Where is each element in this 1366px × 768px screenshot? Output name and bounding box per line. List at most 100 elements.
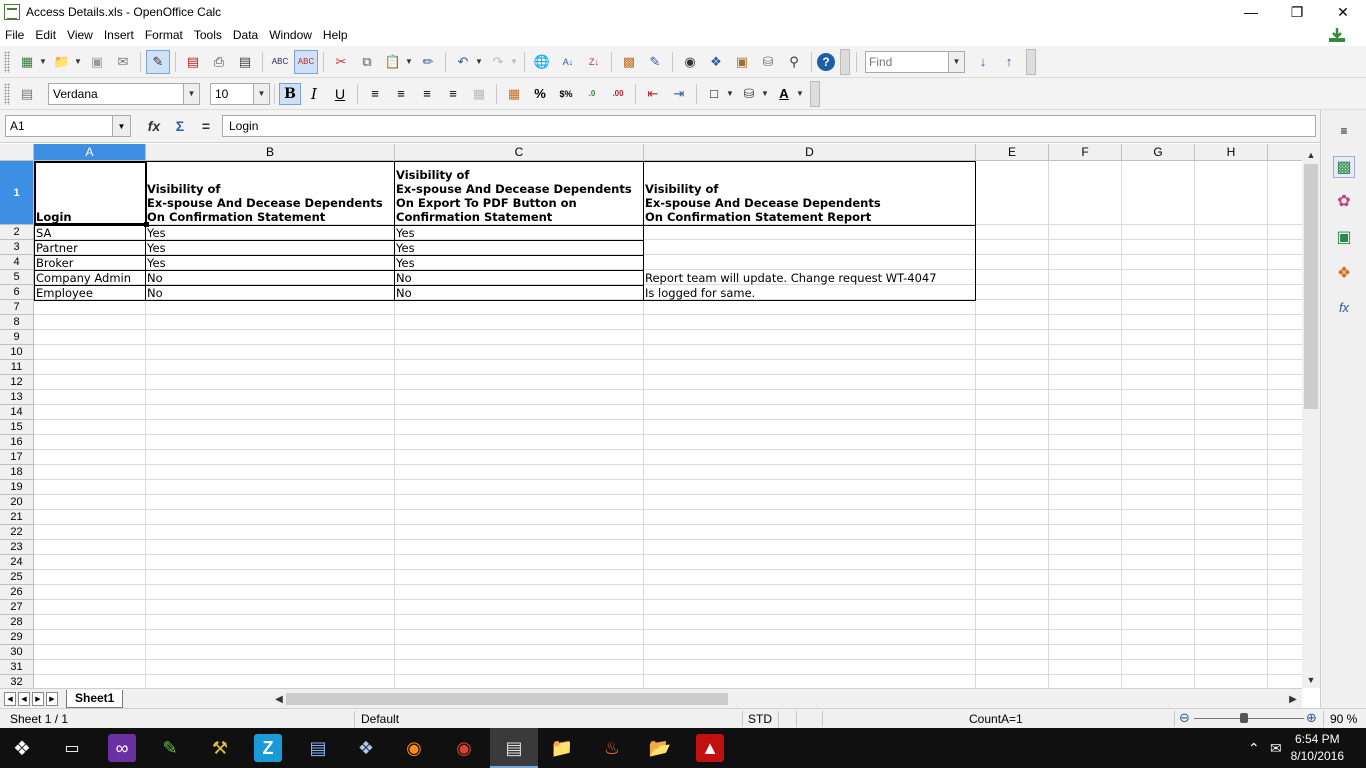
- status-selection-mode[interactable]: STD: [748, 712, 772, 726]
- help-icon[interactable]: ?: [817, 52, 835, 71]
- font-size-select[interactable]: 10 ▼: [210, 82, 270, 105]
- print-icon[interactable]: ⎙: [207, 50, 231, 74]
- percent-format-button[interactable]: %: [528, 82, 552, 106]
- row-header[interactable]: 15: [0, 420, 34, 435]
- cell-a2[interactable]: SA: [35, 226, 51, 240]
- menu-tools[interactable]: Tools: [188, 28, 227, 42]
- cell-a1[interactable]: Login: [35, 210, 72, 224]
- scroll-left-icon[interactable]: ◀: [272, 691, 286, 707]
- column-header-b[interactable]: B: [146, 144, 395, 161]
- find-toolbar-overflow-icon[interactable]: [1026, 48, 1036, 75]
- menu-file[interactable]: File: [0, 28, 29, 42]
- row-header[interactable]: 22: [0, 525, 34, 540]
- first-sheet-icon[interactable]: ◀: [4, 691, 16, 706]
- data-sources-icon[interactable]: ⛁: [756, 50, 780, 74]
- update-download-icon[interactable]: [1328, 27, 1346, 43]
- file-explorer-icon[interactable]: 📁: [548, 734, 576, 762]
- justify-icon[interactable]: ≡: [441, 82, 465, 106]
- next-sheet-icon[interactable]: ▶: [32, 691, 44, 706]
- autospellcheck-icon[interactable]: ABC: [294, 49, 318, 74]
- scroll-down-icon[interactable]: ▼: [1302, 671, 1320, 688]
- column-header-d[interactable]: D: [644, 144, 976, 161]
- row-header[interactable]: 16: [0, 435, 34, 450]
- cell-c2[interactable]: Yes: [395, 226, 415, 240]
- row-header[interactable]: 12: [0, 375, 34, 390]
- menu-insert[interactable]: Insert: [98, 28, 139, 42]
- styles-formatting-icon[interactable]: ▤: [15, 82, 39, 106]
- menu-help[interactable]: Help: [317, 28, 353, 42]
- zoom-out-icon[interactable]: ⊖: [1179, 710, 1190, 726]
- export-pdf-icon[interactable]: ▤: [181, 50, 205, 74]
- flame-app-icon[interactable]: ♨: [598, 734, 626, 762]
- row-header[interactable]: 28: [0, 615, 34, 630]
- copy-icon[interactable]: ⧉: [355, 50, 379, 74]
- row-header[interactable]: 20: [0, 495, 34, 510]
- undo-dropdown-icon[interactable]: ▼: [475, 57, 483, 66]
- cell-b1-line2[interactable]: Ex-spouse And Decease Dependents: [146, 196, 383, 210]
- row-header[interactable]: 32: [0, 675, 34, 688]
- column-header-h[interactable]: H: [1195, 144, 1268, 161]
- zoom-in-icon[interactable]: ⊕: [1306, 710, 1317, 726]
- tray-chevron-icon[interactable]: ⌃: [1248, 740, 1260, 757]
- column-header-e[interactable]: E: [976, 144, 1049, 161]
- cut-icon[interactable]: ✂: [329, 50, 353, 74]
- cell-d1-line2[interactable]: Ex-spouse And Decease Dependents: [644, 196, 881, 210]
- row-header[interactable]: 14: [0, 405, 34, 420]
- cell-d1-line3[interactable]: On Confirmation Statement Report: [644, 210, 871, 224]
- row-header[interactable]: 31: [0, 660, 34, 675]
- add-decimal-icon[interactable]: .0: [580, 82, 604, 106]
- find-input[interactable]: Find ▼: [865, 50, 965, 73]
- status-sum[interactable]: CountA=1: [969, 712, 1023, 726]
- vertical-scroll-thumb[interactable]: [1304, 164, 1318, 409]
- horizontal-scrollbar[interactable]: ◀ ▶: [272, 691, 1300, 707]
- row-header[interactable]: 30: [0, 645, 34, 660]
- cell-a6[interactable]: Employee: [35, 286, 93, 300]
- hyperlink-icon[interactable]: 🌐: [530, 50, 554, 74]
- undo-icon[interactable]: ↶: [451, 50, 475, 74]
- row-header[interactable]: 3: [0, 240, 34, 255]
- safari-icon[interactable]: ❖: [352, 734, 380, 762]
- standard-format-icon[interactable]: $%: [554, 82, 578, 106]
- cell-c1-line4[interactable]: Confirmation Statement: [395, 210, 552, 224]
- notification-icon[interactable]: ✉: [1270, 740, 1282, 757]
- clone-formatting-icon[interactable]: ✏: [416, 50, 440, 74]
- align-right-icon[interactable]: ≡: [415, 82, 439, 106]
- toolbar-grip[interactable]: [4, 82, 10, 105]
- email-icon[interactable]: ✉: [111, 50, 135, 74]
- cell-b3[interactable]: Yes: [146, 241, 166, 255]
- cell-d2-note-line1[interactable]: Report team will update. Change request …: [644, 271, 937, 285]
- cell-b6[interactable]: No: [146, 286, 163, 300]
- cell-a4[interactable]: Broker: [35, 256, 73, 270]
- print-preview-icon[interactable]: ▤: [233, 50, 257, 74]
- row-header[interactable]: 27: [0, 600, 34, 615]
- menu-edit[interactable]: Edit: [29, 28, 61, 42]
- name-box-dropdown-icon[interactable]: ▼: [112, 116, 130, 136]
- spreadsheet-grid[interactable]: A B C D E F G H 1 2 3 4 5 6 7 8 9 10 11 12 13 14 15 16 1…: [0, 144, 1302, 688]
- menu-view[interactable]: View: [61, 28, 98, 42]
- scroll-up-icon[interactable]: ▲: [1302, 146, 1320, 163]
- column-header-i[interactable]: [1268, 144, 1302, 161]
- taskbar-clock[interactable]: 6:54 PM 8/10/2016: [1291, 731, 1344, 765]
- font-color-icon[interactable]: A: [772, 82, 796, 106]
- delete-decimal-icon[interactable]: .00: [606, 82, 630, 106]
- menu-window[interactable]: Window: [263, 28, 317, 42]
- open-dropdown-icon[interactable]: ▼: [74, 57, 82, 66]
- column-header-a[interactable]: A: [34, 144, 146, 161]
- row-header[interactable]: 19: [0, 480, 34, 495]
- column-header-g[interactable]: G: [1122, 144, 1195, 161]
- folder-app-icon[interactable]: 📂: [646, 734, 674, 762]
- cell-d2-note-line2[interactable]: Is logged for same.: [644, 286, 755, 300]
- cell-b5[interactable]: No: [146, 271, 163, 285]
- merge-cells-icon[interactable]: ▦: [467, 82, 491, 106]
- styles-icon[interactable]: ✿: [1333, 190, 1355, 212]
- navigator-icon[interactable]: ❖: [704, 50, 728, 74]
- redo-dropdown-icon[interactable]: ▼: [510, 57, 518, 66]
- row-header[interactable]: 24: [0, 555, 34, 570]
- background-color-icon[interactable]: ⛁: [737, 82, 761, 106]
- sort-ascending-icon[interactable]: A↓: [556, 50, 580, 74]
- restore-icon[interactable]: ❐: [1274, 0, 1320, 24]
- row-header[interactable]: 2: [0, 225, 34, 240]
- new-dropdown-icon[interactable]: ▼: [39, 57, 47, 66]
- align-left-icon[interactable]: ≡: [363, 82, 387, 106]
- find-replace-icon[interactable]: ◉: [678, 50, 702, 74]
